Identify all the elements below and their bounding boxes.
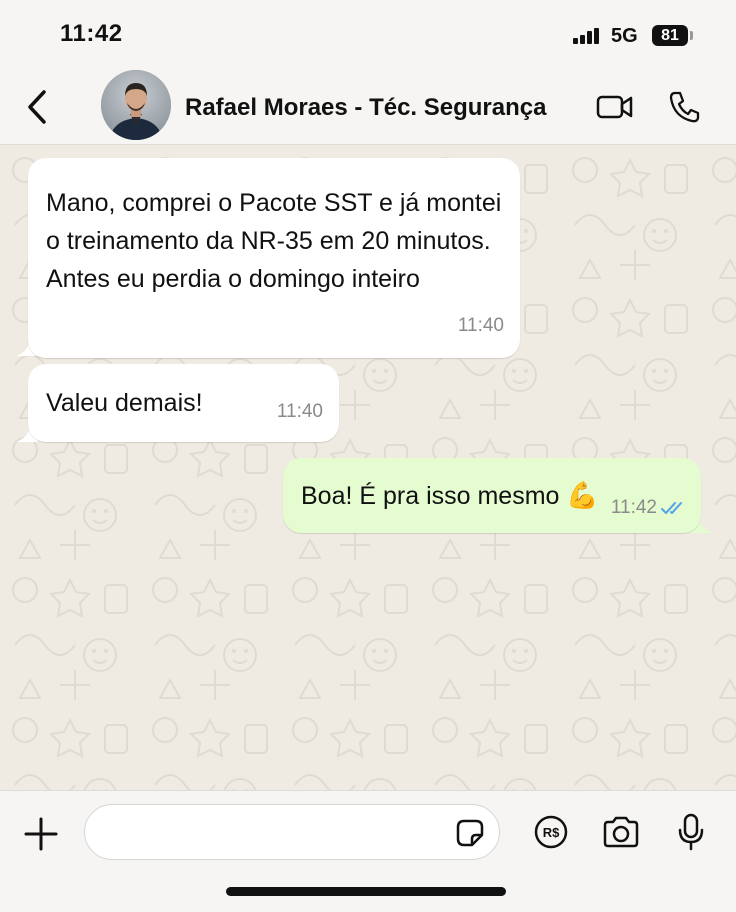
battery-icon: 81 [652,25,688,46]
video-call-button[interactable] [596,93,634,121]
status-time: 11:42 [60,20,123,47]
message-time: 11:42 [610,497,657,518]
voice-call-button[interactable] [668,90,700,124]
microphone-button[interactable] [678,813,704,851]
outgoing-message[interactable]: Boa! É pra isso mesmo 💪 11:42 [283,458,701,533]
avatar[interactable] [101,70,171,140]
chat-area[interactable]: Mano, comprei o Pacote SST e já montei o… [0,145,736,790]
message-input[interactable] [84,804,500,860]
sticker-button[interactable] [455,818,485,848]
camera-button[interactable] [602,816,640,848]
battery-tip [690,31,693,40]
signal-bars-icon [573,28,601,44]
back-button[interactable] [24,88,52,126]
payment-label: R$ [543,825,560,840]
message-time: 11:40 [457,315,504,336]
message-time: 11:40 [276,401,323,422]
contact-name[interactable]: Rafael Moraes - Téc. Segurança [185,94,546,122]
read-receipt-icon [661,502,682,514]
home-indicator[interactable] [226,887,506,896]
plus-icon [24,817,58,851]
microphone-icon [678,813,704,851]
payment-icon: R$ [534,815,568,849]
incoming-message[interactable]: Valeu demais! 11:40 [28,364,339,442]
chat-header: Rafael Moraes - Téc. Segurança [0,70,736,145]
incoming-message[interactable]: Mano, comprei o Pacote SST e já montei o… [28,158,520,358]
video-camera-icon [596,95,633,119]
attach-button[interactable] [24,817,58,851]
network-type: 5G [611,25,638,47]
sticker-icon [456,819,484,847]
status-bar: 11:42 5G 81 [0,0,736,70]
payment-button[interactable]: R$ [534,815,568,849]
message-text: Mano, comprei o Pacote SST e já montei o… [46,189,502,293]
phone-icon [669,91,700,123]
chevron-left-icon [28,90,46,124]
flexed-biceps-emoji: 💪 [566,480,599,510]
camera-icon [603,816,639,848]
